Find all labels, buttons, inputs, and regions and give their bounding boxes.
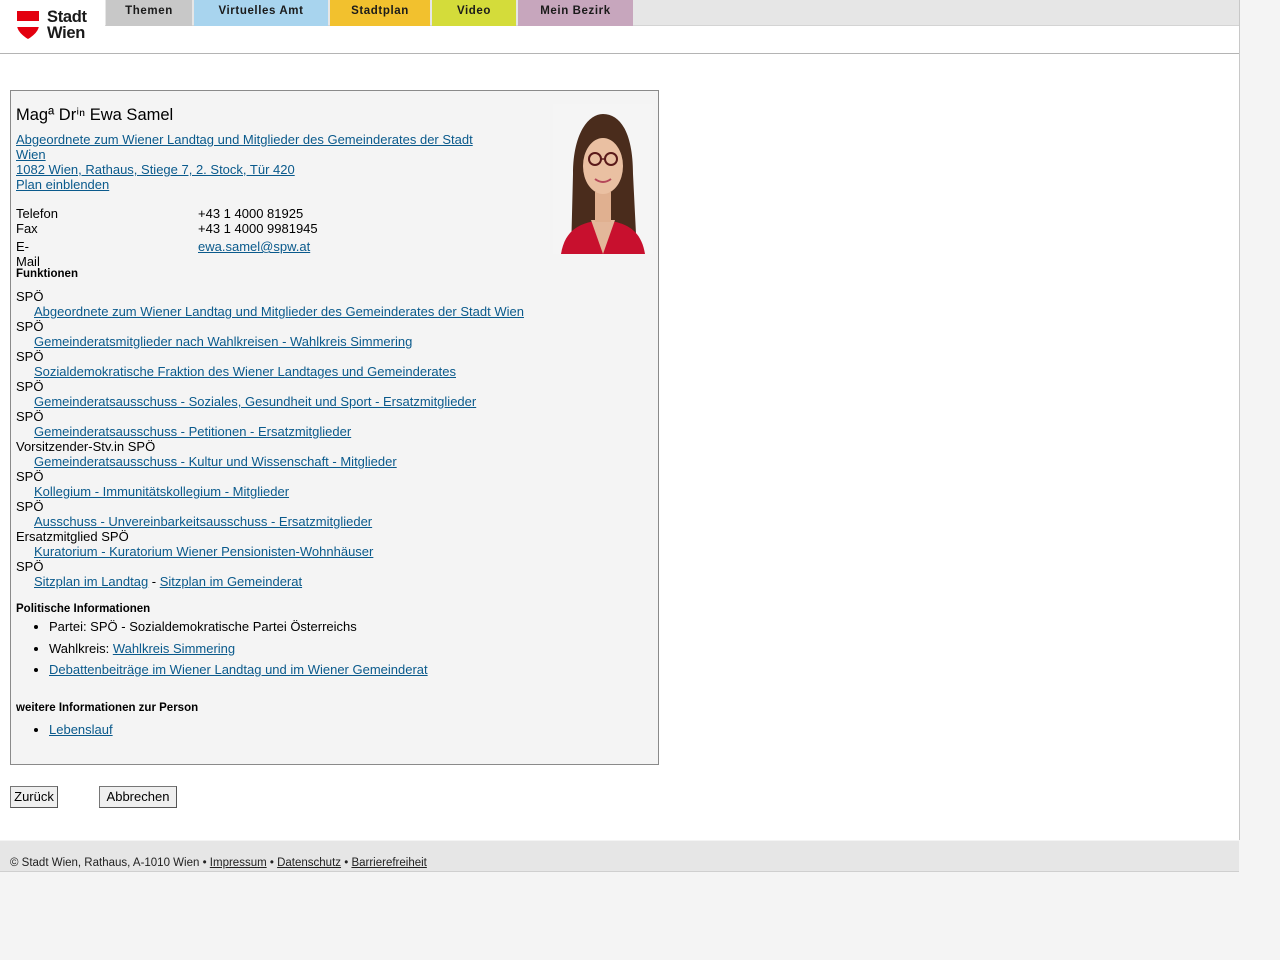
top-navigation: Themen Virtuelles Amt Stadtplan Video Me… (105, 0, 1239, 26)
fax-value: +43 1 4000 9981945 (198, 221, 318, 236)
function-role: SPÖ (16, 469, 44, 484)
position-link[interactable]: Abgeordnete zum Wiener Landtag und Mitgl… (16, 132, 496, 162)
debate-item: Debattenbeiträge im Wiener Landtag und i… (49, 662, 636, 677)
function-role: SPÖ (16, 349, 44, 364)
function-link[interactable]: Sozialdemokratische Fraktion des Wiener … (16, 364, 646, 379)
barrierefreiheit-link[interactable]: Barrierefreiheit (351, 857, 426, 869)
debate-link[interactable]: Debattenbeiträge im Wiener Landtag und i… (49, 662, 428, 677)
further-info: Lebenslauf (16, 722, 636, 744)
position-line-1: Abgeordnete zum Wiener Landtag und Mitgl… (16, 132, 473, 147)
impressum-link[interactable]: Impressum (210, 857, 267, 869)
political-info-list: Partei: SPÖ - Sozialdemokratische Partei… (16, 619, 636, 677)
portrait-photo (553, 104, 653, 254)
sitzplan-gemeinderat-link[interactable]: Sitzplan im Gemeinderat (160, 574, 302, 589)
function-link[interactable]: Gemeinderatsausschuss - Soziales, Gesund… (16, 394, 646, 409)
position-line-2: Wien (16, 147, 46, 162)
tab-mein-bezirk[interactable]: Mein Bezirk (518, 0, 633, 26)
logo-line-2: Wien (47, 24, 86, 42)
copyright-text: © Stadt Wien, Rathaus, A-1010 Wien (10, 857, 200, 869)
tab-themen[interactable]: Themen (106, 0, 192, 26)
party-text: Partei: SPÖ - Sozialdemokratische Partei… (49, 619, 357, 634)
cv-link[interactable]: Lebenslauf (49, 722, 113, 737)
email-link[interactable]: ewa.samel@spw.at (198, 239, 310, 254)
cv-item: Lebenslauf (49, 722, 636, 737)
tab-stadtplan[interactable]: Stadtplan (330, 0, 430, 26)
function-role: SPÖ (16, 319, 44, 334)
functions-heading: Funktionen (16, 268, 78, 280)
phone-value: +43 1 4000 81925 (198, 206, 304, 221)
cancel-button[interactable]: Abbrechen (99, 786, 177, 808)
address-link[interactable]: 1082 Wien, Rathaus, Stiege 7, 2. Stock, … (16, 162, 496, 177)
wien-shield-icon (17, 11, 39, 39)
site-header: Stadt Wien Themen Virtuelles Amt Stadtpl… (0, 0, 1239, 54)
wahlkreis-label: Wahlkreis: (49, 640, 113, 656)
fax-label: Fax (16, 221, 38, 236)
email-label: E-Mail (16, 239, 40, 269)
person-name: Magª Drⁱⁿ Ewa Samel (16, 106, 174, 124)
function-role: SPÖ (16, 289, 44, 304)
sitzplan-landtag-link[interactable]: Sitzplan im Landtag (34, 574, 148, 589)
function-link[interactable]: Kollegium - Immunitätskollegium - Mitgli… (16, 484, 646, 499)
sitzplan-links: Sitzplan im Landtag - Sitzplan im Gemein… (16, 574, 646, 589)
person-details-box: Magª Drⁱⁿ Ewa Samel Abgeordnete zum Wien… (10, 90, 659, 765)
further-info-heading: weitere Informationen zur Person (16, 702, 199, 714)
phone-label: Telefon (16, 206, 58, 221)
sitzplan-separator: - (148, 574, 160, 589)
function-role: Vorsitzender-Stv.in SPÖ (16, 439, 156, 454)
tab-virtuelles-amt[interactable]: Virtuelles Amt (194, 0, 328, 26)
function-link[interactable]: Gemeinderatsausschuss - Kultur und Wisse… (16, 454, 646, 469)
datenschutz-link[interactable]: Datenschutz (277, 857, 341, 869)
function-link[interactable]: Gemeinderatsausschuss - Petitionen - Ers… (16, 424, 646, 439)
function-role: Ersatzmitglied SPÖ (16, 529, 129, 544)
footer-separator: • (266, 857, 278, 869)
stadt-wien-logo[interactable]: Stadt Wien (16, 8, 96, 44)
function-role: SPÖ (16, 409, 44, 424)
function-role: SPÖ (16, 559, 44, 574)
wahlkreis-link[interactable]: Wahlkreis Simmering (113, 641, 235, 656)
function-link[interactable]: Abgeordnete zum Wiener Landtag und Mitgl… (16, 304, 646, 319)
function-link[interactable]: Kuratorium - Kuratorium Wiener Pensionis… (16, 544, 646, 559)
back-button[interactable]: Zurück (10, 786, 58, 808)
functions-list: SPÖ Abgeordnete zum Wiener Landtag und M… (16, 289, 646, 589)
function-link[interactable]: Gemeinderatsmitglieder nach Wahlkreisen … (16, 334, 646, 349)
political-info-heading: Politische Informationen (16, 603, 151, 615)
plan-toggle-link[interactable]: Plan einblenden (16, 177, 496, 192)
further-info-list: Lebenslauf (16, 722, 636, 737)
logo-line-1: Stadt (47, 8, 87, 26)
address-block: Abgeordnete zum Wiener Landtag und Mitgl… (16, 132, 496, 192)
party-item: Partei: SPÖ - Sozialdemokratische Partei… (49, 619, 636, 634)
site-footer: © Stadt Wien, Rathaus, A-1010 Wien • Imp… (0, 841, 1239, 872)
function-role: SPÖ (16, 499, 44, 514)
footer-separator: • (199, 857, 210, 869)
function-role: SPÖ (16, 379, 44, 394)
political-info: Partei: SPÖ - Sozialdemokratische Partei… (16, 619, 636, 684)
footer-separator: • (341, 857, 352, 869)
footer-text: © Stadt Wien, Rathaus, A-1010 Wien • Imp… (10, 857, 427, 869)
function-link[interactable]: Ausschuss - Unvereinbarkeitsausschuss - … (16, 514, 646, 529)
wahlkreis-item: Wahlkreis: Wahlkreis Simmering (49, 641, 636, 656)
tab-video[interactable]: Video (432, 0, 516, 26)
